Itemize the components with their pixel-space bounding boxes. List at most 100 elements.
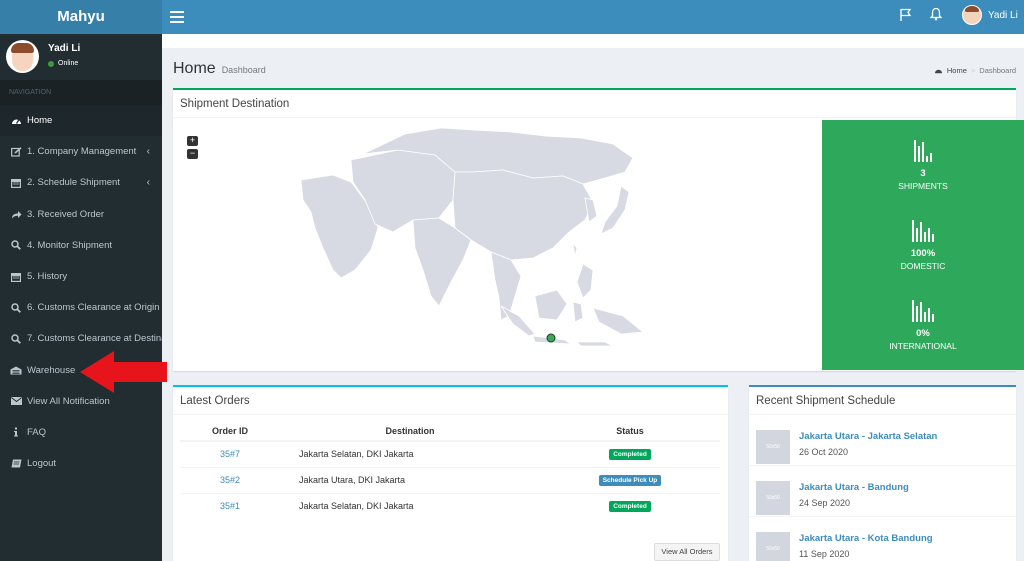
sidebar-item-label: 2. Schedule Shipment xyxy=(27,177,120,189)
sidebar-item-company-management[interactable]: 1. Company Management ‹ xyxy=(0,136,162,167)
asia-map-graphic xyxy=(300,127,645,347)
search-icon xyxy=(10,240,22,251)
status-badge: Online xyxy=(48,60,78,67)
schedule-route-link[interactable]: Jakarta Utara - Bandung xyxy=(799,482,909,493)
page-subtitle: Dashboard xyxy=(221,65,266,75)
chevron-left-icon: ‹ xyxy=(146,177,150,189)
order-destination: Jakarta Selatan, DKI Jakarta xyxy=(280,440,540,467)
orders-table: Order ID Destination Status 35#7 Jakarta… xyxy=(180,421,720,519)
box-title: Latest Orders xyxy=(173,387,728,415)
avatar xyxy=(6,40,39,73)
breadcrumb: Home > Dashboard xyxy=(934,66,1016,75)
thumbnail-placeholder: 50x50 xyxy=(756,481,790,515)
schedule-date: 26 Oct 2020 xyxy=(799,447,849,457)
sidebar-item-schedule-shipment[interactable]: 2. Schedule Shipment ‹ xyxy=(0,167,162,198)
box-title: Shipment Destination xyxy=(173,90,1016,118)
status-text: Online xyxy=(58,60,79,67)
flag-icon[interactable] xyxy=(900,8,912,22)
order-id-link[interactable]: 35#7 xyxy=(180,440,280,467)
status-badge: Completed xyxy=(609,501,651,513)
sidebar-item-label: 6. Customs Clearance at Origin xyxy=(27,302,160,314)
info-icon xyxy=(10,427,22,437)
status-badge: Schedule Pick Up xyxy=(598,475,662,486)
shipment-marker xyxy=(546,333,556,343)
dashboard-icon xyxy=(10,116,22,126)
top-navbar: Yadi Li xyxy=(162,0,1024,34)
table-row: 35#1 Jakarta Selatan, DKI Jakarta Comple… xyxy=(180,492,720,519)
sidebar-item-customs-origin[interactable]: 6. Customs Clearance at Origin xyxy=(0,292,162,323)
sidebar-item-label: Warehouse xyxy=(27,364,76,376)
breadcrumb-current: Dashboard xyxy=(979,66,1016,75)
bell-icon[interactable] xyxy=(930,7,942,21)
online-dot-icon xyxy=(48,60,54,67)
avatar xyxy=(962,5,982,25)
stat-value: 100% xyxy=(910,248,936,259)
latest-orders-box: Latest Orders Order ID Destination Statu… xyxy=(173,385,728,561)
sidebar-toggle-icon[interactable] xyxy=(170,8,184,26)
recent-schedule-box: Recent Shipment Schedule 50x50 Jakarta U… xyxy=(749,385,1016,561)
bar-chart-icon xyxy=(822,140,1024,162)
search-icon xyxy=(10,302,22,313)
search-icon xyxy=(10,334,22,344)
page-title: Home Dashboard xyxy=(173,60,266,78)
order-id-link[interactable]: 35#1 xyxy=(180,492,280,519)
nav-header: NAVIGATION xyxy=(0,80,162,105)
table-header-row: Order ID Destination Status xyxy=(180,421,720,442)
page-title-text: Home xyxy=(173,60,216,77)
envelope-icon xyxy=(10,396,22,406)
order-id-link[interactable]: 35#2 xyxy=(180,466,280,493)
view-all-orders-button[interactable]: View All Orders xyxy=(654,543,720,561)
sidebar-item-label: 3. Received Order xyxy=(27,208,105,220)
sidebar-item-customs-destination[interactable]: 7. Customs Clearance at Destination xyxy=(0,323,162,354)
chevron-left-icon: ‹ xyxy=(146,146,150,158)
schedule-date: 11 Sep 2020 xyxy=(799,549,850,559)
sidebar-user-name: Yadi Li xyxy=(48,43,81,54)
sidebar-item-label: View All Notification xyxy=(27,395,110,407)
stat-domestic: 100% DOMESTIC xyxy=(822,220,1024,271)
list-item: 50x50 Jakarta Utara - Bandung 24 Sep 202… xyxy=(749,466,1016,517)
schedule-route-link[interactable]: Jakarta Utara - Kota Bandung xyxy=(799,533,933,544)
sidebar-item-label: Home xyxy=(27,115,53,127)
sidebar-item-received-order[interactable]: 3. Received Order xyxy=(0,199,162,230)
sidebar-item-monitor-shipment[interactable]: 4. Monitor Shipment xyxy=(0,230,162,261)
book-icon xyxy=(10,459,22,469)
header-user-name: Yadi Li xyxy=(988,9,1018,21)
stat-label: DOMESTIC xyxy=(900,261,946,271)
warehouse-icon xyxy=(10,365,22,375)
sidebar-item-label: 5. History xyxy=(27,271,68,283)
red-arrow-annotation xyxy=(80,351,167,393)
column-header: Destination xyxy=(280,421,540,442)
status-badge: Completed xyxy=(609,449,651,461)
bar-chart-icon xyxy=(822,300,1024,322)
schedule-route-link[interactable]: Jakarta Utara - Jakarta Selatan xyxy=(799,431,937,442)
stat-value: 0% xyxy=(916,328,930,339)
sidebar-item-label: 4. Monitor Shipment xyxy=(27,239,113,251)
user-menu[interactable]: Yadi Li xyxy=(962,5,1018,25)
sidebar-item-label: FAQ xyxy=(27,426,47,438)
breadcrumb-home[interactable]: Home xyxy=(947,66,967,75)
app-logo[interactable]: Mahyu xyxy=(0,0,162,34)
stat-international: 0% INTERNATIONAL xyxy=(822,300,1024,351)
world-map[interactable]: + − xyxy=(173,120,821,370)
column-header: Status xyxy=(540,421,720,442)
calendar-icon xyxy=(10,178,22,188)
thumbnail-placeholder: 50x50 xyxy=(756,532,790,561)
box-title: Recent Shipment Schedule xyxy=(749,387,1016,415)
stat-value: 3 xyxy=(920,168,926,179)
table-row: 35#7 Jakarta Selatan, DKI Jakarta Comple… xyxy=(180,440,720,467)
sidebar-item-logout[interactable]: Logout xyxy=(0,448,162,479)
sidebar-item-faq[interactable]: FAQ xyxy=(0,417,162,448)
sidebar-item-label: 7. Customs Clearance at Destination xyxy=(27,333,162,345)
list-item: 50x50 Jakarta Utara - Jakarta Selatan 26… xyxy=(749,415,1016,466)
table-row: 35#2 Jakarta Utara, DKI Jakarta Schedule… xyxy=(180,466,720,493)
sidebar-item-history[interactable]: 5. History xyxy=(0,261,162,292)
share-icon xyxy=(10,209,22,219)
user-panel: Yadi Li Online xyxy=(0,34,162,80)
sidebar-item-label: Logout xyxy=(27,458,57,470)
dashboard-icon xyxy=(934,69,942,74)
order-destination: Jakarta Selatan, DKI Jakarta xyxy=(280,492,540,519)
stat-label: INTERNATIONAL xyxy=(889,341,957,351)
schedule-date: 24 Sep 2020 xyxy=(799,498,851,508)
stat-label: SHIPMENTS xyxy=(898,181,948,191)
sidebar-item-home[interactable]: Home xyxy=(0,105,162,137)
